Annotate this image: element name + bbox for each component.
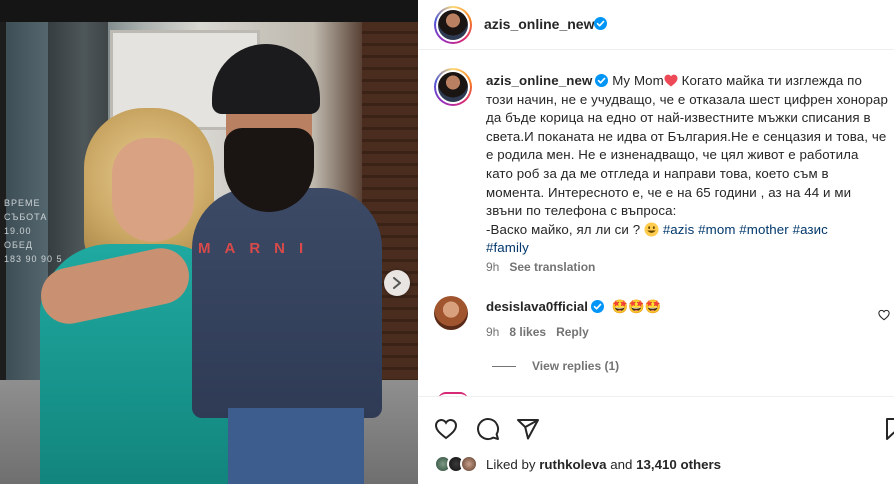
photo-top-bar (0, 0, 418, 22)
photo-man-jeans (228, 408, 364, 484)
sign-line: 183 90 90 5 (4, 254, 63, 264)
sign-line: ОБЕД (4, 240, 34, 250)
photo-sweater-print: MARNI (198, 240, 318, 257)
caption-meta: 9h See translation (486, 260, 595, 274)
photo-sign: ВРЕМЕ СЪБОТА 19.00 ОБЕД 183 90 90 5 (4, 196, 63, 266)
reply-button[interactable]: Reply (556, 325, 589, 339)
photo-woman-face (112, 138, 194, 242)
verified-badge-icon (591, 300, 605, 313)
hashtag-link[interactable]: #mom (698, 222, 735, 237)
liked-by-avatars (434, 455, 478, 473)
hashtag-link[interactable]: #mother (739, 222, 788, 237)
liked-by-connector: and (610, 456, 633, 472)
comment-like-icon[interactable] (878, 309, 890, 321)
view-replies-label: View replies (1) (532, 359, 620, 373)
hashtag-link[interactable]: #family (486, 240, 529, 255)
commenter-avatar[interactable] (434, 296, 468, 330)
comment-body: 🤩🤩🤩 (611, 299, 662, 314)
sign-line: СЪБОТА (4, 212, 48, 222)
post-photo[interactable]: ВРЕМЕ СЪБОТА 19.00 ОБЕД 183 90 90 5 MARN… (0, 0, 418, 484)
sign-line: ВРЕМЕ (4, 198, 41, 208)
comment-time: 9h (486, 325, 500, 339)
next-arrow-icon (393, 277, 401, 289)
liker-avatar[interactable] (460, 455, 478, 473)
comment-likes[interactable]: 8 likes (509, 325, 546, 339)
hashtag-link[interactable]: #azis (663, 222, 695, 237)
share-icon[interactable] (516, 417, 540, 441)
caption-text: azis_online_new My Mom Когато майка ти и… (486, 72, 888, 258)
hashtag-link[interactable]: #азис (793, 222, 828, 237)
comment-icon[interactable] (476, 417, 500, 441)
caption-quote: -Васко майко, ял ли си ? (486, 221, 641, 237)
like-heart-icon[interactable] (434, 417, 458, 441)
caption-time: 9h (486, 260, 500, 274)
post-header: azis_online_new (418, 0, 894, 50)
see-translation-link[interactable]: See translation (509, 260, 595, 274)
save-icon[interactable] (882, 417, 894, 441)
author-avatar[interactable] (434, 6, 472, 44)
post-details-panel: azis_online_new azis_online_new My Mom К… (418, 0, 894, 484)
liked-by-others[interactable]: 13,410 others (636, 457, 721, 472)
caption-username[interactable]: azis_online_new (486, 73, 592, 88)
replies-divider (492, 365, 516, 367)
author-username[interactable]: azis_online_new (484, 16, 594, 32)
caption-avatar[interactable] (434, 68, 472, 106)
photo-man-body (192, 188, 382, 418)
liked-by-user[interactable]: ruthkoleva (539, 457, 606, 472)
verified-badge-icon (594, 17, 607, 30)
commenter-username[interactable]: desislava0fficial (486, 299, 588, 314)
next-photo-button[interactable] (384, 270, 410, 296)
sign-line: 19.00 (4, 226, 32, 236)
caption-body: Когато майка ти изглежда по този начин, … (486, 73, 889, 219)
post-actions: Liked by ruthkoleva and 13,410 others (418, 396, 894, 484)
red-heart-icon (664, 74, 678, 87)
verified-badge-icon (595, 74, 609, 87)
view-replies-button[interactable]: View replies (1) (492, 359, 619, 373)
liked-by-prefix: Liked by (486, 456, 536, 472)
comment-meta: 9h 8 likes Reply (486, 325, 589, 339)
grinning-emoji-icon (644, 222, 659, 237)
caption-start: My Mom (612, 73, 664, 88)
liked-by-row: Liked by ruthkoleva and 13,410 others (434, 455, 721, 473)
comment-text: desislava0fficial 🤩🤩🤩 (486, 299, 661, 315)
